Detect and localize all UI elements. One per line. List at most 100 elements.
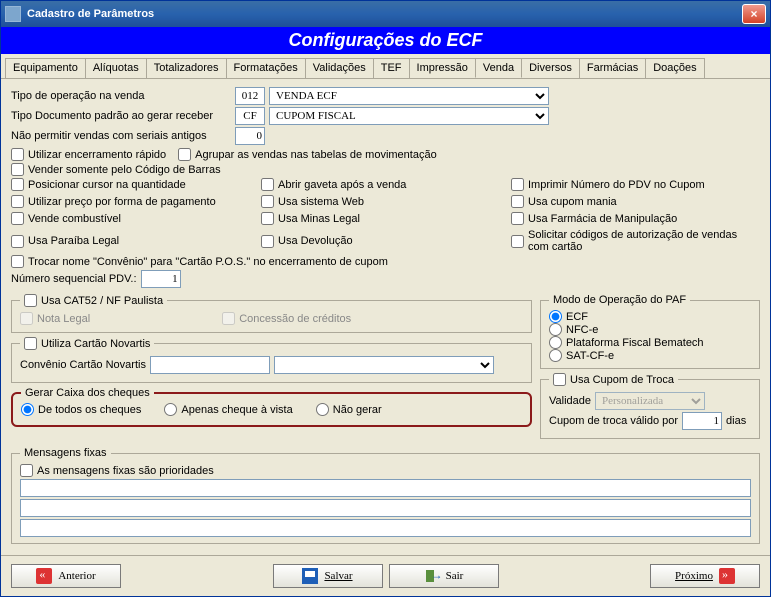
- radio-todos-cheques[interactable]: [21, 403, 34, 416]
- chk-posicionar-cursor[interactable]: [11, 178, 24, 191]
- tab-formatacoes[interactable]: Formatações: [226, 58, 306, 78]
- chk-paraiba-legal[interactable]: [11, 235, 24, 248]
- input-tipo-doc-code[interactable]: [235, 107, 265, 125]
- tab-validacoes[interactable]: Validações: [305, 58, 374, 78]
- exit-icon: [424, 568, 440, 584]
- footer: Anterior Salvar Sair Próximo: [1, 555, 770, 596]
- chk-vender-codigo-barras[interactable]: [11, 163, 24, 176]
- radio-nao-gerar-wrap[interactable]: Não gerar: [316, 403, 382, 416]
- group-novartis: Utiliza Cartão Novartis Convênio Cartão …: [11, 337, 532, 383]
- lbl-chk1: Utilizar encerramento rápido: [28, 149, 166, 161]
- radio-ecf[interactable]: [549, 310, 562, 323]
- label-nao-permitir: Não permitir vendas com seriais antigos: [11, 130, 231, 142]
- tab-totalizadores[interactable]: Totalizadores: [146, 58, 227, 78]
- lbl-modo-paf: Modo de Operação do PAF: [549, 294, 690, 306]
- btn-proximo[interactable]: Próximo: [650, 564, 760, 588]
- group-gerar-caixa: Gerar Caixa dos cheques De todos os cheq…: [11, 387, 532, 427]
- label-num-seq: Número sequencial PDV.:: [11, 273, 137, 285]
- select-tipo-doc[interactable]: CUPOM FISCAL: [269, 107, 549, 125]
- lbl-chk7: Utilizar preço por forma de pagamento: [28, 196, 216, 208]
- input-mensagem-3[interactable]: [20, 519, 751, 537]
- select-novartis[interactable]: [274, 356, 494, 374]
- lbl-chk9: Usa cupom mania: [528, 196, 617, 208]
- chk-mensagens-prioridade[interactable]: [20, 464, 33, 477]
- chk-sistema-web[interactable]: [261, 195, 274, 208]
- btn-anterior[interactable]: Anterior: [11, 564, 121, 588]
- group-modo-paf: Modo de Operação do PAF ECF NFC-e Plataf…: [540, 294, 760, 369]
- chk-encerramento-rapido[interactable]: [11, 148, 24, 161]
- tab-equipamento[interactable]: Equipamento: [5, 58, 86, 78]
- input-nao-permitir[interactable]: [235, 127, 265, 145]
- select-tipo-operacao[interactable]: VENDA ECF: [269, 87, 549, 105]
- radio-todos-cheques-wrap[interactable]: De todos os cheques: [21, 403, 141, 416]
- tab-venda[interactable]: Venda: [475, 58, 522, 78]
- chk-minas-legal[interactable]: [261, 212, 274, 225]
- lbl-mensagens: Mensagens fixas: [20, 447, 111, 459]
- chk-preco-forma-pag[interactable]: [11, 195, 24, 208]
- lbl-gerar-caixa: Gerar Caixa dos cheques: [21, 387, 154, 399]
- lbl-anterior: Anterior: [58, 570, 95, 582]
- lbl-dias: dias: [726, 415, 746, 427]
- tab-impressao[interactable]: Impressão: [409, 58, 476, 78]
- lbl-sair: Sair: [446, 570, 464, 582]
- lbl-chk13: Usa Paraíba Legal: [28, 235, 119, 247]
- window: Cadastro de Parâmetros × Configurações d…: [0, 0, 771, 597]
- tab-tef[interactable]: TEF: [373, 58, 410, 78]
- save-icon: [302, 568, 318, 584]
- page-banner: Configurações do ECF: [1, 27, 770, 54]
- tab-aliquotas[interactable]: Alíquotas: [85, 58, 147, 78]
- input-tipo-operacao-code[interactable]: [235, 87, 265, 105]
- lbl-paf3: Plataforma Fiscal Bematech: [566, 337, 704, 349]
- lbl-chk11: Usa Minas Legal: [278, 213, 360, 225]
- tab-body: Tipo de operação na venda VENDA ECF Tipo…: [1, 79, 770, 555]
- radio-bematech[interactable]: [549, 336, 562, 349]
- lbl-novartis-legend: Utiliza Cartão Novartis: [41, 338, 150, 350]
- chk-trocar-convenio[interactable]: [11, 255, 24, 268]
- radio-apenas-vista-wrap[interactable]: Apenas cheque à vista: [164, 403, 292, 416]
- lbl-chk15: Solicitar códigos de autorização de vend…: [528, 229, 760, 253]
- chk-abrir-gaveta[interactable]: [261, 178, 274, 191]
- group-mensagens: Mensagens fixas As mensagens fixas são p…: [11, 447, 760, 544]
- input-num-seq[interactable]: [141, 270, 181, 288]
- label-tipo-doc: Tipo Documento padrão ao gerar receber: [11, 110, 231, 122]
- lbl-chk16: Trocar nome "Convênio" para "Cartão P.O.…: [28, 256, 388, 268]
- lbl-chk12: Usa Farmácia de Manipulação: [528, 213, 677, 225]
- chk-cupom-troca[interactable]: [553, 373, 566, 386]
- window-icon: [5, 6, 21, 22]
- lbl-chk2: Agrupar as vendas nas tabelas de movimen…: [195, 149, 437, 161]
- btn-sair[interactable]: Sair: [389, 564, 499, 588]
- chk-imprimir-pdv[interactable]: [511, 178, 524, 191]
- chk-vende-combustivel[interactable]: [11, 212, 24, 225]
- radio-satcfe[interactable]: [549, 349, 562, 362]
- chk-agrupar-vendas[interactable]: [178, 148, 191, 161]
- titlebar: Cadastro de Parâmetros ×: [1, 1, 770, 27]
- next-icon: [719, 568, 735, 584]
- label-tipo-operacao: Tipo de operação na venda: [11, 90, 231, 102]
- lbl-cat52: Usa CAT52 / NF Paulista: [41, 295, 163, 307]
- lbl-salvar: Salvar: [324, 570, 352, 582]
- lbl-chk5: Abrir gaveta após a venda: [278, 179, 406, 191]
- input-novartis-code[interactable]: [150, 356, 270, 374]
- chk-novartis[interactable]: [24, 337, 37, 350]
- radio-nao-gerar[interactable]: [316, 403, 329, 416]
- radio-apenas-vista[interactable]: [164, 403, 177, 416]
- input-mensagem-1[interactable]: [20, 479, 751, 497]
- chk-cat52[interactable]: [24, 294, 37, 307]
- lbl-r2: Apenas cheque à vista: [181, 404, 292, 416]
- lbl-chk4: Posicionar cursor na quantidade: [28, 179, 186, 191]
- input-valido-por[interactable]: [682, 412, 722, 430]
- input-mensagem-2[interactable]: [20, 499, 751, 517]
- btn-salvar[interactable]: Salvar: [273, 564, 383, 588]
- tab-farmacias[interactable]: Farmácias: [579, 58, 646, 78]
- tab-doacoes[interactable]: Doações: [645, 58, 704, 78]
- lbl-chk8: Usa sistema Web: [278, 196, 364, 208]
- tab-strip: Equipamento Alíquotas Totalizadores Form…: [1, 54, 770, 79]
- chk-solicitar-codigos[interactable]: [511, 235, 524, 248]
- lbl-concessao: Concessão de créditos: [239, 313, 351, 325]
- tab-diversos[interactable]: Diversos: [521, 58, 580, 78]
- close-button[interactable]: ×: [742, 4, 766, 24]
- chk-cupom-mania[interactable]: [511, 195, 524, 208]
- chk-usa-devolucao[interactable]: [261, 235, 274, 248]
- chk-farmacia-manipulacao[interactable]: [511, 212, 524, 225]
- radio-nfce[interactable]: [549, 323, 562, 336]
